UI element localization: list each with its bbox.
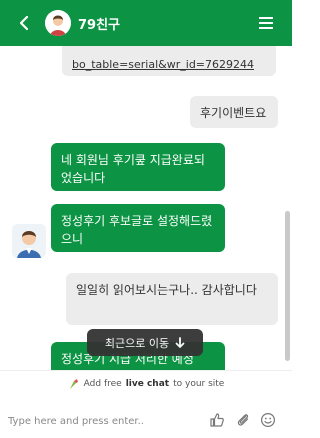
paperclip-icon xyxy=(237,414,249,426)
page-title: 79친구 xyxy=(78,18,121,33)
chat-header: 79친구 xyxy=(0,0,292,46)
message-text: 일일히 읽어보시는구나.. 감사합니다 xyxy=(76,283,257,297)
live-chat-logo-icon xyxy=(69,379,78,389)
message-link[interactable]: bo_table=serial&wr_id=7629244 xyxy=(72,56,254,74)
user-message: bo_table=serial&wr_id=7629244 xyxy=(62,46,276,76)
agent-message: 네 회원님 후기쿺 지급완료되었습니다 xyxy=(51,143,225,191)
user-message: 후기이벤트요 xyxy=(190,96,278,128)
avatar xyxy=(45,10,71,36)
user-message: 일일히 읽어보시는구나.. 감사합니다 xyxy=(66,273,278,325)
powered-prefix: Add free xyxy=(83,379,122,389)
message-text: 후기이벤트요 xyxy=(200,106,267,120)
message-list[interactable]: bo_table=serial&wr_id=7629244 후기이벤트요 네 회… xyxy=(0,46,292,370)
agent-message: 정성후기 후보글로 설정해드렸으니 xyxy=(51,204,225,252)
menu-button[interactable] xyxy=(258,15,274,31)
powered-by-link[interactable]: Add free live chat to your site xyxy=(0,376,292,392)
powered-bold: live chat xyxy=(125,379,170,389)
agent-avatar xyxy=(12,224,46,258)
hamburger-icon xyxy=(259,17,273,29)
chevron-left-icon xyxy=(19,15,29,31)
like-button[interactable] xyxy=(209,412,225,428)
smiley-icon xyxy=(260,412,276,428)
attach-button[interactable] xyxy=(235,412,251,428)
thumbs-up-icon xyxy=(210,413,224,427)
jump-label: 최근으로 이동 xyxy=(104,336,170,350)
back-button[interactable] xyxy=(14,12,34,34)
jump-to-latest-button[interactable]: 최근으로 이동 xyxy=(87,329,203,356)
scrollbar[interactable] xyxy=(285,211,290,361)
arrow-down-icon xyxy=(175,336,185,348)
emoji-button[interactable] xyxy=(260,412,276,428)
divider xyxy=(0,370,292,371)
message-text: 정성후기 후보글로 설정해드렸으니 xyxy=(61,214,213,246)
message-text: 네 회원님 후기쿺 지급완료되었습니다 xyxy=(61,153,205,185)
message-input[interactable] xyxy=(8,410,198,432)
powered-suffix: to your site xyxy=(173,379,225,389)
message-composer xyxy=(0,404,292,438)
